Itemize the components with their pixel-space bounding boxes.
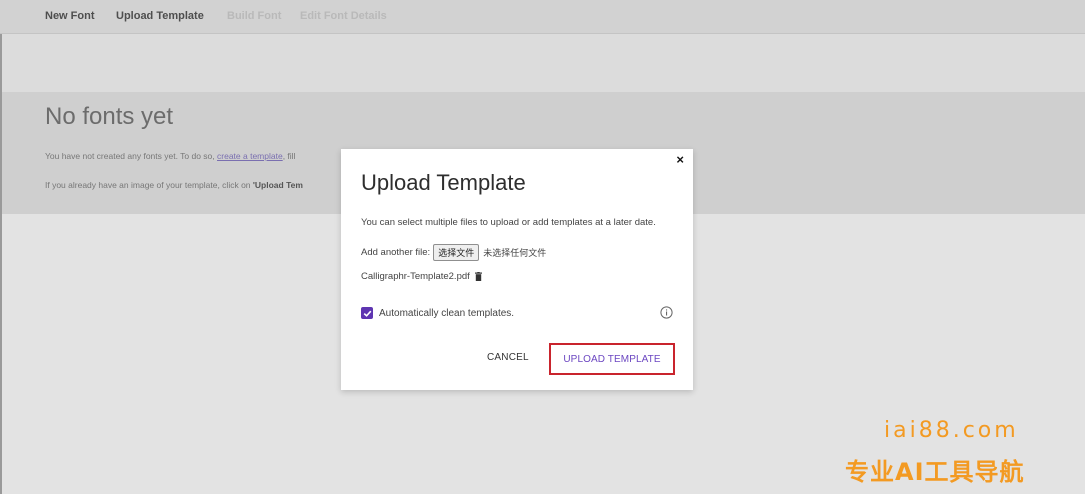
watermark-tagline: 专业AI工具导航 bbox=[845, 458, 1025, 486]
checkbox-check-icon bbox=[363, 310, 371, 317]
add-file-label: Add another file: bbox=[361, 247, 431, 258]
intro-text: You have not created any fonts yet. To d… bbox=[45, 151, 218, 161]
dialog-title: Upload Template bbox=[361, 170, 526, 195]
upload-hint-paragraph: If you already have an image of your tem… bbox=[45, 180, 303, 190]
left-edge-divider bbox=[0, 34, 2, 494]
nav-item-build-font: Build Font bbox=[227, 10, 282, 22]
choose-file-button[interactable]: 选择文件 bbox=[433, 244, 480, 261]
trash-icon[interactable] bbox=[474, 272, 482, 281]
close-icon[interactable]: × bbox=[676, 153, 684, 166]
create-template-link[interactable]: create a template bbox=[217, 151, 283, 161]
page-title: No fonts yet bbox=[45, 103, 174, 130]
add-file-row: Add another file: 选择文件 未选择任何文件 bbox=[361, 244, 546, 261]
uploaded-file-name: Calligraphr-Template2.pdf bbox=[361, 271, 470, 282]
upload-template-button[interactable]: UPLOAD TEMPLATE bbox=[549, 343, 675, 375]
upload-template-dialog: × Upload Template You can select multipl… bbox=[341, 149, 693, 390]
upload-hint-text: If you already have an image of your tem… bbox=[45, 180, 253, 190]
upload-hint-bold: 'Upload Tem bbox=[252, 180, 303, 190]
watermark-domain: iai88.com bbox=[884, 418, 1019, 443]
dialog-description: You can select multiple files to upload … bbox=[361, 217, 656, 228]
auto-clean-checkbox[interactable] bbox=[361, 307, 373, 319]
page-header-band bbox=[0, 34, 1085, 92]
file-status-text: 未选择任何文件 bbox=[483, 248, 547, 258]
auto-clean-label: Automatically clean templates. bbox=[379, 307, 515, 319]
nav-item-edit-font-details: Edit Font Details bbox=[300, 10, 387, 22]
cancel-button[interactable]: CANCEL bbox=[487, 352, 529, 363]
auto-clean-row: Automatically clean templates. bbox=[361, 307, 514, 319]
uploaded-file-row: Calligraphr-Template2.pdf bbox=[361, 271, 482, 282]
nav-item-upload-template[interactable]: Upload Template bbox=[116, 10, 204, 22]
top-navigation: New Font Upload Template Build Font Edit… bbox=[0, 0, 1085, 34]
intro-paragraph: You have not created any fonts yet. To d… bbox=[45, 151, 295, 161]
intro-text-suffix: , fill bbox=[282, 151, 296, 161]
nav-item-new-font[interactable]: New Font bbox=[45, 10, 95, 22]
info-icon[interactable] bbox=[660, 306, 673, 319]
